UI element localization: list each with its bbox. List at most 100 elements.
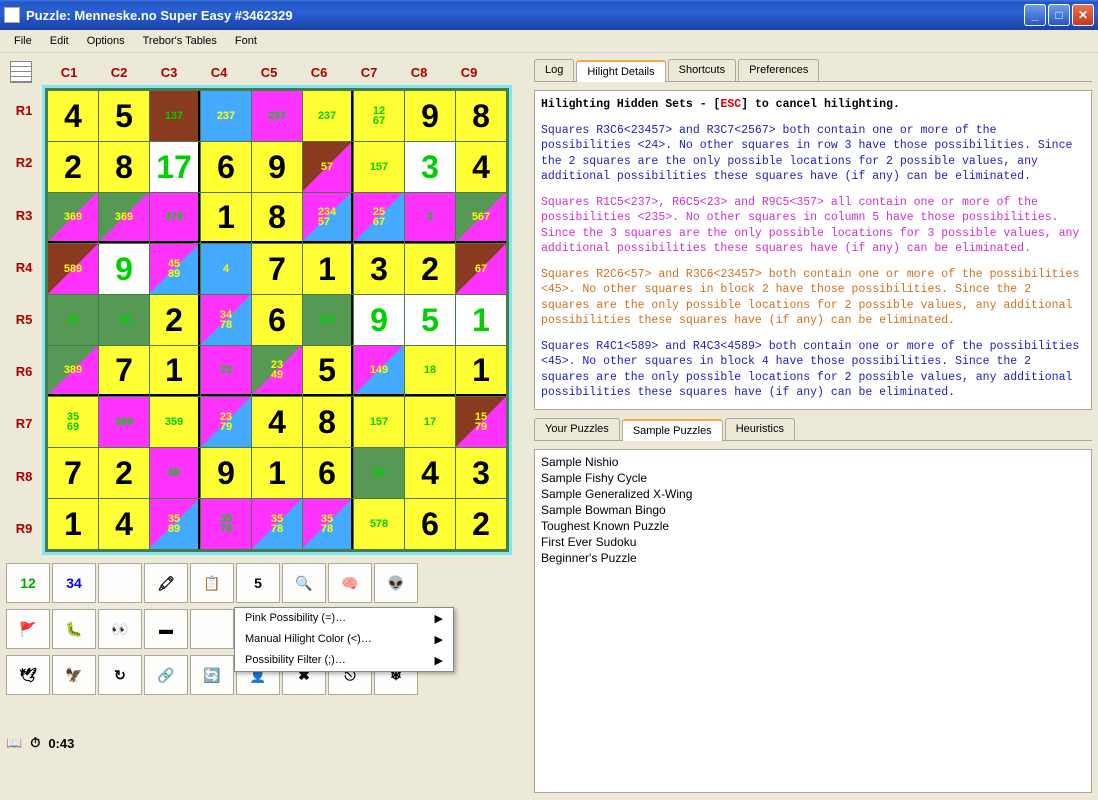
cell-r8c8[interactable]: 4 — [405, 448, 455, 498]
cell-r5c7[interactable]: 9 — [354, 295, 404, 345]
book-icon[interactable]: 📖 — [6, 735, 22, 751]
tab-preferences[interactable]: Preferences — [738, 59, 819, 81]
cell-r2c4[interactable]: 6 — [201, 142, 251, 192]
tool-button-9[interactable]: 🚩 — [6, 609, 50, 649]
cell-r4c1[interactable]: 589 — [48, 244, 98, 294]
ctx-filter[interactable]: Possibility Filter (;)…▶ — [235, 650, 453, 671]
sample-item[interactable]: Sample Fishy Cycle — [539, 470, 1087, 486]
sudoku-grid[interactable]: 4513723723723712 67982817695715734369369… — [45, 88, 509, 552]
cell-r3c8[interactable]: 2 — [405, 193, 455, 243]
cell-r4c7[interactable]: 3 — [354, 244, 404, 294]
cell-r4c4[interactable]: 4 — [201, 244, 251, 294]
cell-r2c6[interactable]: 57 — [303, 142, 353, 192]
tool-button-11[interactable]: 👀 — [98, 609, 142, 649]
cell-r6c4[interactable]: 23 — [201, 346, 251, 396]
tool-button-4[interactable]: 📋 — [190, 563, 234, 603]
cell-r5c2[interactable]: 38 — [99, 295, 149, 345]
cell-r1c9[interactable]: 8 — [456, 91, 506, 141]
cell-r5c9[interactable]: 1 — [456, 295, 506, 345]
cell-r1c5[interactable]: 237 — [252, 91, 302, 141]
cell-r7c5[interactable]: 4 — [252, 397, 302, 447]
maximize-button[interactable]: □ — [1048, 4, 1070, 26]
cell-r4c3[interactable]: 45 89 — [150, 244, 200, 294]
cell-r4c5[interactable]: 7 — [252, 244, 302, 294]
cell-r2c5[interactable]: 9 — [252, 142, 302, 192]
cell-r2c1[interactable]: 2 — [48, 142, 98, 192]
grid-icon[interactable] — [10, 61, 32, 83]
cell-r8c1[interactable]: 7 — [48, 448, 98, 498]
cell-r7c2[interactable]: 369 — [99, 397, 149, 447]
tool-button-3[interactable]: 🖍 — [144, 563, 188, 603]
tool-button-22[interactable]: 🔄 — [190, 655, 234, 695]
cell-r4c9[interactable]: 67 — [456, 244, 506, 294]
sample-item[interactable]: First Ever Sudoku — [539, 534, 1087, 550]
tool-button-6[interactable]: 🔍 — [282, 563, 326, 603]
cell-r6c8[interactable]: 18 — [405, 346, 455, 396]
cell-r5c1[interactable]: 38 — [48, 295, 98, 345]
cell-r3c7[interactable]: 25 67 — [354, 193, 404, 243]
tool-button-0[interactable]: 12 — [6, 563, 50, 603]
cell-r4c2[interactable]: 9 — [99, 244, 149, 294]
cell-r6c7[interactable]: 149 — [354, 346, 404, 396]
cell-r3c9[interactable]: 567 — [456, 193, 506, 243]
tool-button-2[interactable] — [98, 563, 142, 603]
cell-r8c9[interactable]: 3 — [456, 448, 506, 498]
cell-r1c1[interactable]: 4 — [48, 91, 98, 141]
ctx-manual[interactable]: Manual Hilight Color (<)…▶ — [235, 629, 453, 650]
hilight-panel[interactable]: Hilighting Hidden Sets - [ESC] to cancel… — [534, 90, 1092, 410]
menu-file[interactable]: File — [6, 33, 40, 49]
cell-r7c4[interactable]: 23 79 — [201, 397, 251, 447]
cell-r9c6[interactable]: 35 78 — [303, 499, 353, 549]
cell-r3c4[interactable]: 1 — [201, 193, 251, 243]
cell-r2c8[interactable]: 3 — [405, 142, 455, 192]
cell-r2c3[interactable]: 17 — [150, 142, 200, 192]
cell-r7c9[interactable]: 15 79 — [456, 397, 506, 447]
cell-r3c1[interactable]: 369 — [48, 193, 98, 243]
cell-r9c2[interactable]: 4 — [99, 499, 149, 549]
cell-r9c8[interactable]: 6 — [405, 499, 455, 549]
cell-r8c4[interactable]: 9 — [201, 448, 251, 498]
stopwatch-icon[interactable]: ⏱ — [30, 735, 40, 751]
tool-button-5[interactable]: 5 — [236, 563, 280, 603]
cell-r4c8[interactable]: 2 — [405, 244, 455, 294]
cell-r7c8[interactable]: 17 — [405, 397, 455, 447]
tool-button-1[interactable]: 34 — [52, 563, 96, 603]
tool-button-7[interactable]: 🧠 — [328, 563, 372, 603]
cell-r8c6[interactable]: 6 — [303, 448, 353, 498]
cell-r5c3[interactable]: 2 — [150, 295, 200, 345]
cell-r5c6[interactable]: 347 — [303, 295, 353, 345]
cell-r7c1[interactable]: 35 69 — [48, 397, 98, 447]
cell-r6c1[interactable]: 389 — [48, 346, 98, 396]
cell-r6c3[interactable]: 1 — [150, 346, 200, 396]
cell-r3c2[interactable]: 369 — [99, 193, 149, 243]
cell-r9c1[interactable]: 1 — [48, 499, 98, 549]
tool-button-18[interactable]: 🕊 — [6, 655, 50, 695]
cell-r1c6[interactable]: 237 — [303, 91, 353, 141]
tool-button-8[interactable]: 👽 — [374, 563, 418, 603]
cell-r7c6[interactable]: 8 — [303, 397, 353, 447]
tab-log[interactable]: Log — [534, 59, 574, 81]
cell-r3c5[interactable]: 8 — [252, 193, 302, 243]
cell-r2c9[interactable]: 4 — [456, 142, 506, 192]
cell-r3c6[interactable]: 234 57 — [303, 193, 353, 243]
cell-r7c7[interactable]: 157 — [354, 397, 404, 447]
tab-shortcuts[interactable]: Shortcuts — [668, 59, 736, 81]
sample-item[interactable]: Sample Bowman Bingo — [539, 502, 1087, 518]
sample-item[interactable]: Sample Nishio — [539, 454, 1087, 470]
cell-r9c5[interactable]: 35 78 — [252, 499, 302, 549]
tool-button-10[interactable]: 🐛 — [52, 609, 96, 649]
sample-item[interactable]: Beginner's Puzzle — [539, 550, 1087, 566]
sample-item[interactable]: Sample Generalized X-Wing — [539, 486, 1087, 502]
minimize-button[interactable]: _ — [1024, 4, 1046, 26]
cell-r1c4[interactable]: 237 — [201, 91, 251, 141]
cell-r8c2[interactable]: 2 — [99, 448, 149, 498]
cell-r1c3[interactable]: 137 — [150, 91, 200, 141]
cell-r2c7[interactable]: 157 — [354, 142, 404, 192]
tab-sample-puzzles[interactable]: Sample Puzzles — [622, 419, 723, 441]
menu-font[interactable]: Font — [227, 33, 265, 49]
cell-r6c9[interactable]: 1 — [456, 346, 506, 396]
menu-options[interactable]: Options — [79, 33, 133, 49]
tab-your-puzzles[interactable]: Your Puzzles — [534, 418, 620, 440]
close-button[interactable]: ✕ — [1072, 4, 1094, 26]
cell-r8c5[interactable]: 1 — [252, 448, 302, 498]
